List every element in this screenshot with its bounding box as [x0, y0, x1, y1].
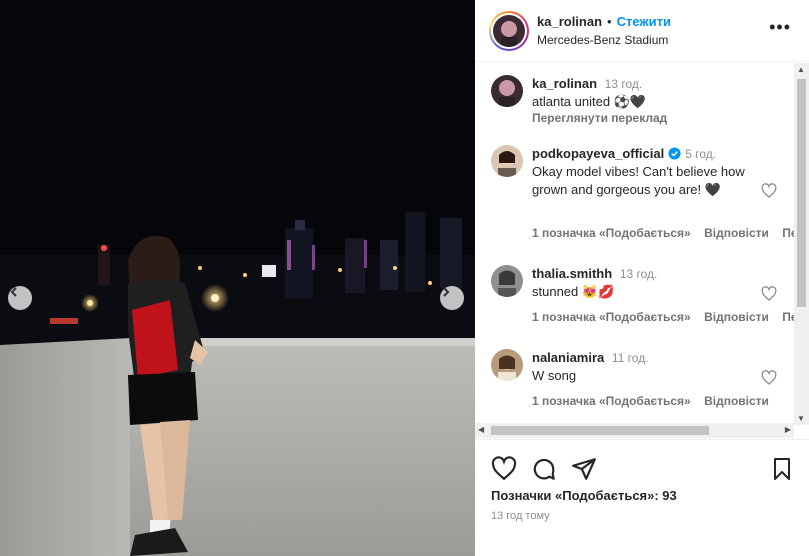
comment-likes-count[interactable]: 1 позначка «Подобається» — [532, 310, 691, 324]
comment-reply-button[interactable]: Відповісти — [704, 310, 769, 324]
bookmark-icon[interactable] — [770, 456, 794, 482]
post-photo — [0, 0, 475, 556]
comment-likes-count[interactable]: 1 позначка «Подобається» — [532, 226, 691, 240]
commenter-avatar[interactable] — [491, 265, 523, 297]
comment-text: W song — [532, 368, 577, 383]
post-header: ka_rolinan • Стежити Mercedes-Benz Stadi… — [475, 0, 809, 62]
comment-text: stunned 😻💋 — [532, 284, 615, 299]
post-side-panel: ka_rolinan • Стежити Mercedes-Benz Stadi… — [475, 0, 809, 556]
author-username[interactable]: ka_rolinan — [537, 14, 602, 29]
author-avatar-story-ring[interactable] — [489, 10, 529, 51]
comment-text: Okay model vibes! Can't believe how grow… — [532, 164, 745, 197]
vertical-scroll-thumb[interactable] — [797, 79, 806, 307]
comment-time: 11 год. — [611, 351, 649, 365]
comments-list: ka_rolinan 13 год. atlanta united ⚽🖤 Пер… — [475, 63, 809, 425]
comment-username[interactable]: thalia.smithh — [532, 266, 612, 281]
commenter-avatar[interactable] — [491, 349, 523, 381]
more-options-icon[interactable]: ••• — [769, 18, 791, 36]
comment-username[interactable]: podkopayeva_official — [532, 146, 664, 161]
follow-button[interactable]: Стежити — [617, 14, 671, 29]
scroll-left-arrow-icon[interactable]: ◀ — [478, 425, 484, 434]
comment-time: 13 год. — [619, 267, 658, 281]
post-actions-section: Позначки «Подобається»: 93 13 год тому — [475, 439, 809, 556]
commenter-avatar[interactable] — [491, 145, 523, 177]
comment-meta: 1 позначка «Подобається» Відповісти Пере — [532, 226, 809, 240]
scroll-right-arrow-icon[interactable]: ▶ — [785, 425, 791, 434]
comment-reply-button[interactable]: Відповісти — [704, 394, 769, 408]
header-separator: • — [607, 14, 612, 29]
comment-like-heart-icon[interactable] — [761, 183, 777, 199]
likes-count[interactable]: Позначки «Подобається»: 93 — [491, 488, 677, 503]
comment-meta: 1 позначка «Подобається» Відповісти Пере — [532, 310, 809, 324]
previous-photo-button[interactable] — [8, 286, 32, 310]
verified-badge-icon — [668, 147, 681, 160]
author-avatar — [493, 14, 525, 47]
chevron-right-icon — [443, 287, 450, 297]
post-location[interactable]: Mercedes-Benz Stadium — [537, 33, 671, 47]
comment-like-heart-icon[interactable] — [761, 286, 777, 302]
scroll-down-arrow-icon[interactable]: ▼ — [797, 414, 805, 423]
caption-avatar[interactable] — [491, 75, 523, 107]
caption-username[interactable]: ka_rolinan — [532, 76, 597, 91]
comments-horizontal-scrollbar[interactable]: ◀ ▶ — [475, 423, 794, 438]
comment-username[interactable]: nalaniamira — [532, 350, 604, 365]
caption-time: 13 год. — [604, 77, 643, 91]
comment-time: 5 год. — [685, 147, 717, 161]
scroll-up-arrow-icon[interactable]: ▲ — [797, 65, 805, 74]
posted-time: 13 год тому — [491, 510, 550, 522]
caption-translate-link[interactable]: Переглянути переклад — [532, 111, 677, 125]
horizontal-scroll-thumb[interactable] — [491, 426, 709, 435]
chevron-left-icon — [10, 287, 17, 297]
comment-reply-button[interactable]: Відповісти — [704, 226, 769, 240]
comment-meta: 1 позначка «Подобається» Відповісти — [532, 394, 779, 408]
comments-vertical-scrollbar[interactable]: ▲ ▼ — [794, 63, 809, 425]
comment-likes-count[interactable]: 1 позначка «Подобається» — [532, 394, 691, 408]
comment-icon[interactable] — [531, 456, 557, 482]
heart-icon[interactable] — [491, 456, 517, 482]
photo-scene — [0, 0, 475, 556]
next-photo-button[interactable] — [440, 286, 464, 310]
caption-text: atlanta united ⚽🖤 — [532, 94, 647, 109]
share-icon[interactable] — [571, 456, 597, 482]
comment-like-heart-icon[interactable] — [761, 370, 777, 386]
